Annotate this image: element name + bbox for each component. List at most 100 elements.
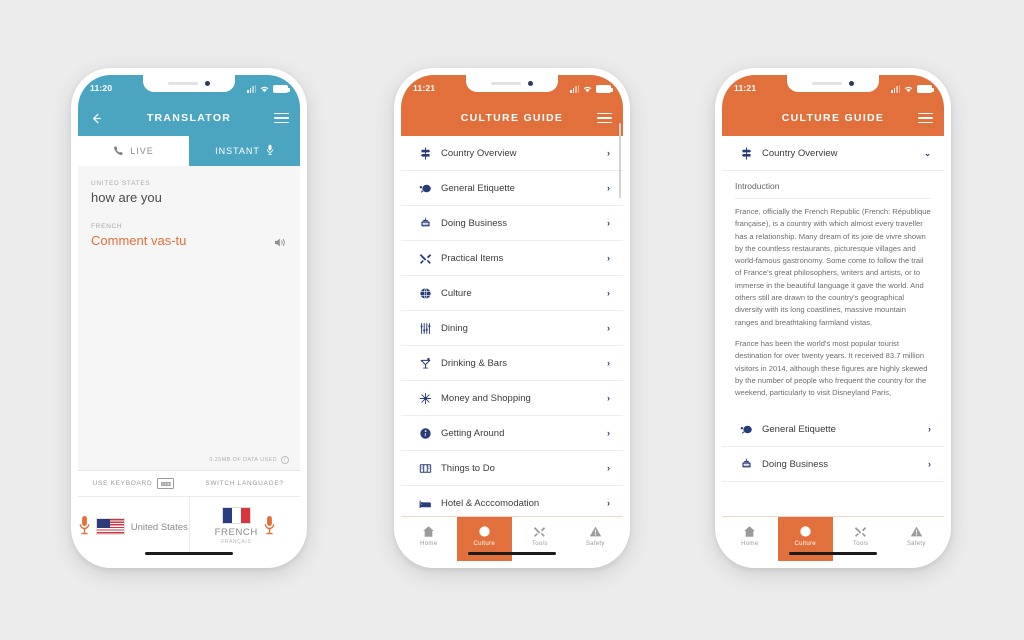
tab-instant-label: INSTANT	[215, 146, 260, 156]
chevron-right-icon[interactable]: ›	[607, 358, 610, 368]
bottom-nav-item-safety[interactable]: Safety	[889, 517, 945, 561]
earpiece-speaker	[812, 82, 842, 85]
hamburger-menu-icon[interactable]	[918, 112, 933, 124]
wifi-icon	[903, 85, 914, 93]
bed-icon	[414, 497, 436, 510]
chevron-right-icon[interactable]: ›	[607, 183, 610, 193]
language-target-cell[interactable]: FRENCH FRANÇAIS	[190, 497, 301, 555]
status-bar: 11:20	[78, 75, 300, 100]
chevron-right-icon[interactable]: ›	[607, 463, 610, 473]
vertical-scrollbar[interactable]	[619, 123, 621, 198]
conversation-panel: UNITED STATES how are you FRENCH Comment…	[78, 166, 300, 470]
chevron-right-icon[interactable]: ›	[928, 459, 931, 469]
status-indicators	[891, 83, 934, 93]
chevron-right-icon[interactable]: ›	[928, 424, 931, 434]
phone-mockup-translator: 11:20 TRANSLATOR LIVE INSTANT UNITED STA…	[71, 68, 307, 568]
language-source-cell[interactable]: United States	[78, 497, 190, 555]
tab-live[interactable]: LIVE	[78, 136, 189, 166]
chevron-right-icon[interactable]: ›	[607, 498, 610, 508]
culture-topic-list[interactable]: Country Overview › General Etiquette › OPEN D…	[401, 136, 623, 521]
list-item-label: Doing Business	[441, 217, 508, 229]
list-item[interactable]: Practical Items ›	[401, 241, 623, 276]
tab-live-label: LIVE	[130, 146, 154, 156]
chevron-right-icon[interactable]: ›	[607, 253, 610, 263]
list-item[interactable]: Country Overview ›	[401, 136, 623, 171]
home-indicator[interactable]	[468, 551, 556, 555]
source-language-name: United States	[130, 522, 188, 533]
tools-icon	[414, 252, 436, 265]
list-item[interactable]: Money and Shopping ›	[401, 381, 623, 416]
device-notch	[787, 75, 879, 92]
list-item-label: Getting Around	[441, 427, 505, 439]
chevron-right-icon[interactable]: ›	[607, 428, 610, 438]
language-selector-row: United States FRENCH FRANÇAIS	[78, 496, 300, 555]
list-item[interactable]: General Etiquette ›	[722, 412, 944, 448]
warning-triangle-icon	[910, 524, 923, 538]
front-camera	[205, 81, 210, 86]
chevron-right-icon[interactable]: ›	[607, 148, 610, 158]
bottom-nav-label: Safety	[585, 541, 605, 547]
bottom-nav-item-safety[interactable]: Safety	[568, 517, 624, 561]
signpost-icon	[735, 146, 757, 160]
microphone-icon[interactable]	[264, 515, 275, 537]
bottom-nav-label: Home	[420, 541, 438, 547]
translator-actions: USE KEYBOARD SWITCH LANGUAGE?	[78, 470, 300, 496]
target-language-native: FRANÇAIS	[221, 539, 252, 545]
phone-mockup-culture-article: 11:21 CULTURE GUIDE Country Overview ⌄ I…	[715, 68, 951, 568]
list-item[interactable]: Dining ›	[401, 311, 623, 346]
chevron-right-icon[interactable]: ›	[607, 288, 610, 298]
speaker-volume-icon[interactable]	[274, 235, 287, 247]
wifi-icon	[582, 85, 593, 93]
list-item[interactable]: Getting Around ›	[401, 416, 623, 451]
list-item-label: Things to Do	[441, 462, 495, 474]
bottom-nav-label: Tools	[852, 541, 869, 547]
list-item-label: Hotel & Acccomodation	[441, 497, 540, 509]
home-indicator[interactable]	[145, 551, 233, 555]
switch-language-button[interactable]: SWITCH LANGUAGE?	[189, 471, 300, 496]
list-item[interactable]: General Etiquette ›	[401, 171, 623, 206]
use-keyboard-button[interactable]: USE KEYBOARD	[78, 471, 189, 496]
bottom-nav-label: Home	[741, 541, 759, 547]
status-bar: 11:21	[722, 75, 944, 100]
list-item[interactable]: OPEN Doing Business ›	[401, 206, 623, 241]
list-item[interactable]: Drinking & Bars ›	[401, 346, 623, 381]
article-heading: Introduction	[735, 181, 780, 191]
cellular-signal-icon	[570, 84, 579, 93]
status-indicators	[570, 83, 613, 93]
chevron-right-icon[interactable]: ›	[607, 323, 610, 333]
chevron-right-icon[interactable]: ›	[607, 393, 610, 403]
hamburger-menu-icon[interactable]	[274, 112, 289, 124]
bottom-nav-item-home[interactable]: Home	[722, 517, 778, 561]
svg-text:OPEN: OPEN	[743, 465, 749, 467]
list-item[interactable]: Things to Do ›	[401, 451, 623, 486]
list-item[interactable]: OPEN Doing Business ›	[722, 447, 944, 483]
keyboard-icon	[157, 478, 175, 489]
target-language-label: FRENCH	[91, 223, 123, 230]
list-item-label: Dining	[441, 322, 468, 334]
culture-topic-list[interactable]: General Etiquette › OPEN Doing Business ›	[722, 412, 944, 483]
screen-culture-guide-list: 11:21 CULTURE GUIDE Country Overview › G…	[401, 75, 623, 561]
svg-text:OPEN: OPEN	[422, 223, 428, 225]
hamburger-menu-icon[interactable]	[597, 112, 612, 124]
article-paragraph-2: France has been the world's most popular…	[735, 338, 928, 398]
switch-language-label: SWITCH LANGUAGE?	[205, 480, 284, 487]
map-board-icon	[414, 462, 436, 475]
tab-instant[interactable]: INSTANT	[189, 136, 300, 166]
back-arrow-icon[interactable]	[89, 111, 104, 126]
list-item[interactable]: Culture ›	[401, 276, 623, 311]
chevron-right-icon[interactable]: ›	[607, 218, 610, 228]
info-icon[interactable]: i	[281, 456, 289, 464]
expanded-section-header[interactable]: Country Overview ⌄	[722, 136, 944, 171]
microphone-icon[interactable]	[79, 515, 90, 537]
battery-icon	[596, 85, 613, 93]
status-time: 11:21	[734, 82, 757, 93]
screenshot-canvas: 11:20 TRANSLATOR LIVE INSTANT UNITED STA…	[0, 0, 1024, 640]
speech-bubble-icon	[735, 423, 757, 436]
cellular-signal-icon	[891, 84, 900, 93]
use-keyboard-label: USE KEYBOARD	[92, 480, 153, 487]
home-indicator[interactable]	[789, 551, 877, 555]
home-icon	[422, 524, 435, 538]
bottom-nav-item-home[interactable]: Home	[401, 517, 457, 561]
chevron-down-icon[interactable]: ⌄	[924, 149, 931, 158]
app-bar: CULTURE GUIDE	[722, 100, 944, 136]
